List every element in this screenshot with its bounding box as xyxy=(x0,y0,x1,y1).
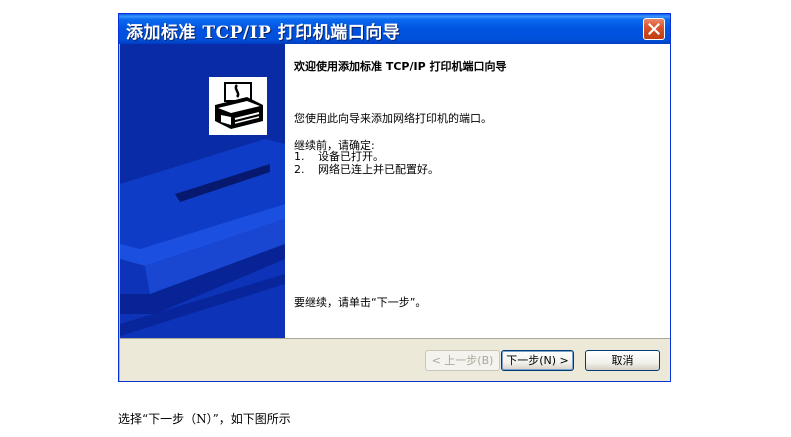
page: 添加标准 TCP/IP 打印机端口向导 欢迎使用添加标准 TCP/IP 打印机端… xyxy=(0,0,791,437)
wizard-heading: 欢迎使用添加标准 TCP/IP 打印机端口向导 xyxy=(294,60,507,73)
wizard-window: 添加标准 TCP/IP 打印机端口向导 欢迎使用添加标准 TCP/IP 打印机端… xyxy=(118,13,671,382)
printer-wizard-icon xyxy=(207,75,269,137)
close-icon xyxy=(648,23,660,35)
cancel-button[interactable]: 取消 xyxy=(585,350,660,371)
wizard-content: 欢迎使用添加标准 TCP/IP 打印机端口向导 您使用此向导来添加网络打印机的端… xyxy=(285,44,670,338)
continue-instruction: 要继续，请单击“下一步”。 xyxy=(294,296,427,309)
document-caption: 选择“下一步（N）”，如下图所示 xyxy=(118,412,291,426)
checklist-item: 1. 设备已打开。 xyxy=(294,150,439,163)
checklist-text: 设备已打开。 xyxy=(318,150,384,163)
next-button[interactable]: 下一步(N) > xyxy=(501,350,574,371)
intro-text: 您使用此向导来添加网络打印机的端口。 xyxy=(294,112,492,125)
back-button[interactable]: < 上一步(B) xyxy=(425,350,500,371)
button-bar: < 上一步(B) 下一步(N) > 取消 xyxy=(120,338,670,381)
wizard-banner xyxy=(120,44,285,338)
checklist: 1. 设备已打开。 2. 网络已连上并已配置好。 xyxy=(294,150,439,176)
window-title: 添加标准 TCP/IP 打印机端口向导 xyxy=(126,23,401,43)
checklist-number: 2. xyxy=(294,163,305,176)
checklist-number: 1. xyxy=(294,150,305,163)
checklist-text: 网络已连上并已配置好。 xyxy=(318,163,439,176)
close-button[interactable] xyxy=(643,18,665,40)
checklist-item: 2. 网络已连上并已配置好。 xyxy=(294,163,439,176)
title-bar[interactable]: 添加标准 TCP/IP 打印机端口向导 xyxy=(119,14,670,44)
